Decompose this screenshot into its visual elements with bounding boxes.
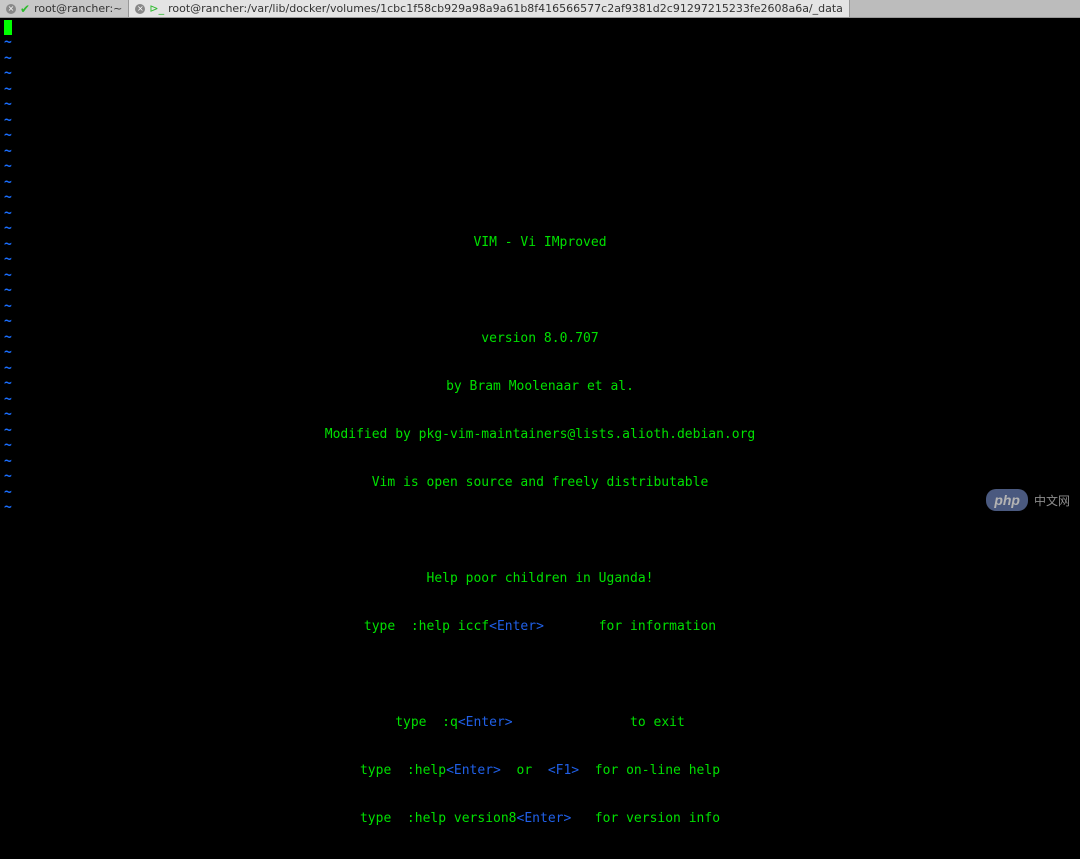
vim-modified: Modified by pkg-vim-maintainers@lists.al… xyxy=(0,427,1080,443)
tab-1-label: root@rancher:~ xyxy=(34,2,122,15)
enter-key-hint: <Enter> xyxy=(489,619,544,634)
vim-version-info: type :help version8<Enter> for version i… xyxy=(0,811,1080,827)
close-icon[interactable]: × xyxy=(6,4,16,14)
enter-key-hint: <Enter> xyxy=(517,811,572,826)
enter-key-hint: <Enter> xyxy=(458,715,513,730)
watermark-logo: php xyxy=(986,489,1028,511)
vim-author: by Bram Moolenaar et al. xyxy=(0,379,1080,395)
tab-2[interactable]: × ⊳_ root@rancher:/var/lib/docker/volume… xyxy=(129,0,850,17)
vim-title: VIM - Vi IMproved xyxy=(0,235,1080,251)
tab-bar: × ✔ root@rancher:~ × ⊳_ root@rancher:/va… xyxy=(0,0,1080,18)
vim-help: type :help<Enter> or <F1> for on-line he… xyxy=(0,763,1080,779)
terminal-icon: ⊳_ xyxy=(149,2,164,15)
close-icon[interactable]: × xyxy=(135,4,145,14)
tab-1[interactable]: × ✔ root@rancher:~ xyxy=(0,0,129,17)
watermark: php 中文网 xyxy=(986,489,1070,511)
cursor xyxy=(4,20,12,35)
check-icon: ✔ xyxy=(20,2,30,16)
vim-opensource: Vim is open source and freely distributa… xyxy=(0,475,1080,491)
vim-charity: Help poor children in Uganda! xyxy=(0,571,1080,587)
tab-bar-filler xyxy=(850,0,1080,17)
vim-help-iccf: type :help iccf<Enter> for information xyxy=(0,619,1080,635)
tab-2-label: root@rancher:/var/lib/docker/volumes/1cb… xyxy=(168,2,843,15)
vim-version: version 8.0.707 xyxy=(0,331,1080,347)
watermark-text: 中文网 xyxy=(1034,492,1070,509)
terminal-viewport[interactable]: ~ ~ ~ ~ ~ ~ ~ ~ ~ ~ ~ ~ ~ ~ ~ ~ ~ ~ ~ ~ … xyxy=(0,18,1080,521)
vim-splash: VIM - Vi IMproved version 8.0.707 by Bra… xyxy=(0,203,1080,859)
enter-key-hint: <Enter> xyxy=(446,763,501,778)
f1-key-hint: <F1> xyxy=(548,763,579,778)
vim-quit: type :q<Enter> to exit xyxy=(0,715,1080,731)
